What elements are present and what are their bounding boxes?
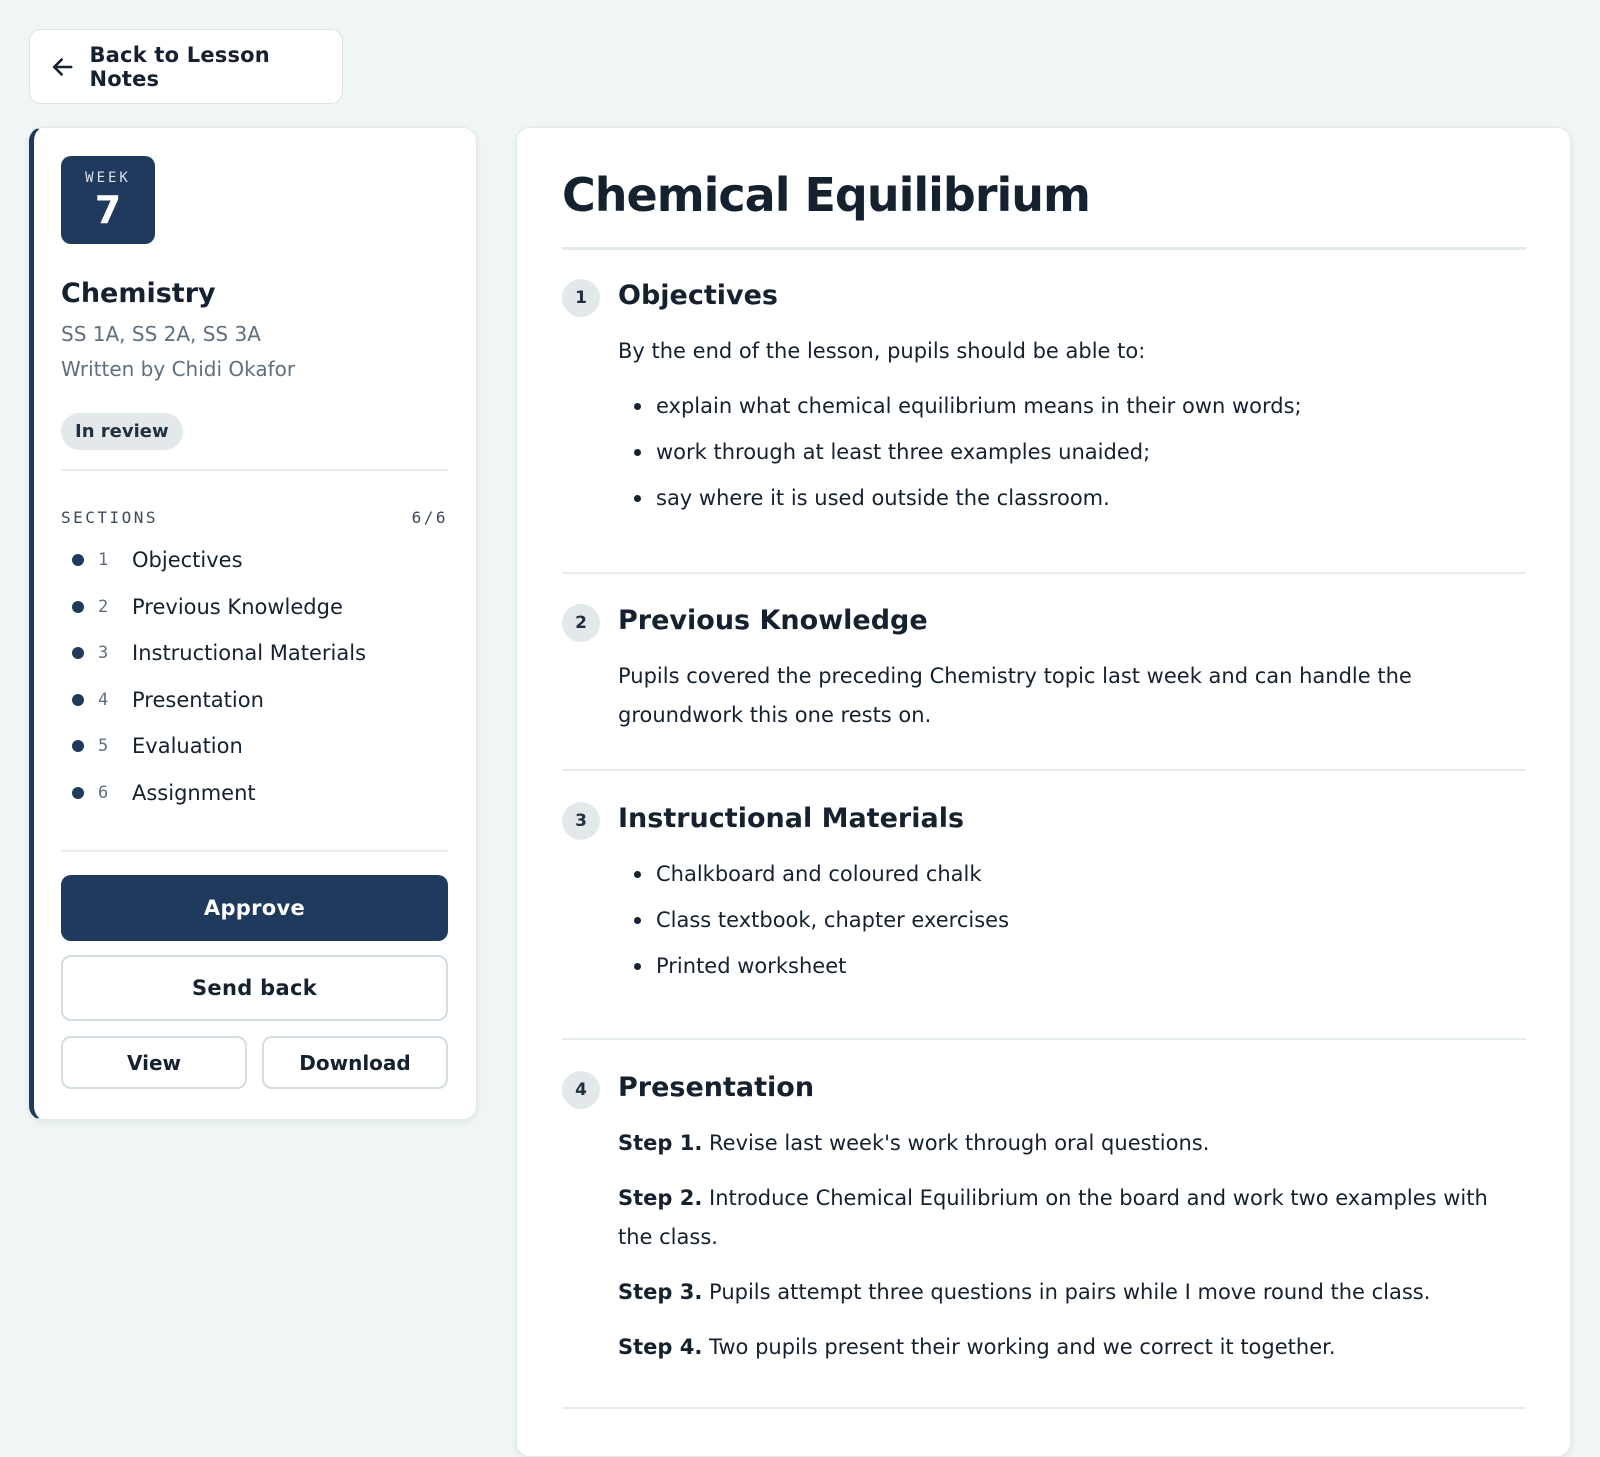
sections-header: SECTIONS 6/6 xyxy=(61,508,448,527)
lesson-note-content: Chemical Equilibrium 1 Objectives By the… xyxy=(516,127,1571,1457)
section-divider xyxy=(562,572,1526,574)
back-to-lesson-notes-button[interactable]: Back to Lesson Notes xyxy=(29,29,343,104)
section-title: Previous Knowledge xyxy=(618,605,928,636)
week-badge: WEEK 7 xyxy=(61,156,155,244)
section-nav-label: Instructional Materials xyxy=(132,641,367,666)
complete-dot-icon xyxy=(72,600,84,613)
section-nav-number: 4 xyxy=(98,689,109,710)
list-item: say where it is used outside the classro… xyxy=(618,475,1518,521)
section-nav-number: 6 xyxy=(98,782,109,803)
section-title: Instructional Materials xyxy=(618,803,965,834)
step-label: Step 3. xyxy=(618,1280,703,1304)
section-number: 1 xyxy=(562,279,600,317)
complete-dot-icon xyxy=(72,647,84,660)
section-instructional-materials: 3 Instructional Materials Chalkboard and… xyxy=(562,802,1526,1002)
step-text: Revise last week's work through oral que… xyxy=(709,1131,1210,1155)
back-label: Back to Lesson Notes xyxy=(89,42,270,91)
subject-title: Chemistry xyxy=(61,278,216,309)
step-text: Two pupils present their working and we … xyxy=(709,1335,1336,1359)
complete-dot-icon xyxy=(72,740,84,753)
list-item: explain what chemical equilibrium means … xyxy=(618,383,1518,429)
step-label: Step 1. xyxy=(618,1131,703,1155)
section-nav-item-presentation[interactable]: 4 Presentation xyxy=(61,677,448,724)
step-label: Step 2. xyxy=(618,1186,703,1210)
section-number: 2 xyxy=(562,604,600,642)
section-objectives: 1 Objectives By the end of the lesson, p… xyxy=(562,279,1526,510)
list-item: Printed worksheet xyxy=(618,943,1518,989)
section-nav-item-objectives[interactable]: 1 Objectives xyxy=(61,537,448,584)
section-nav-number: 5 xyxy=(98,736,109,757)
complete-dot-icon xyxy=(72,786,84,799)
section-divider xyxy=(562,1038,1526,1040)
section-body: Chalkboard and coloured chalk Class text… xyxy=(618,851,1518,989)
objectives-list: explain what chemical equilibrium means … xyxy=(618,383,1518,521)
section-nav-number: 1 xyxy=(98,550,109,571)
section-body: Step 1. Revise last week's work through … xyxy=(618,1124,1518,1383)
section-body: By the end of the lesson, pupils should … xyxy=(618,332,1518,521)
page-title: Chemical Equilibrium xyxy=(562,168,1091,222)
section-divider xyxy=(562,1407,1526,1409)
week-number: 7 xyxy=(94,188,122,232)
sections-label: SECTIONS xyxy=(61,508,159,527)
complete-dot-icon xyxy=(72,693,84,706)
divider xyxy=(61,850,448,852)
section-nav-number: 2 xyxy=(98,596,109,617)
list-item: work through at least three examples una… xyxy=(618,429,1518,475)
send-back-button[interactable]: Send back xyxy=(61,955,448,1021)
section-nav-item-previous-knowledge[interactable]: 2 Previous Knowledge xyxy=(61,584,448,631)
arrow-left-icon xyxy=(52,57,73,76)
week-label: WEEK xyxy=(85,170,131,186)
section-nav-item-assignment[interactable]: 6 Assignment xyxy=(61,770,448,817)
section-title: Presentation xyxy=(618,1072,815,1103)
section-nav-label: Assignment xyxy=(132,780,256,805)
presentation-step: Step 3. Pupils attempt three questions i… xyxy=(618,1273,1518,1312)
previous-knowledge-text: Pupils covered the preceding Chemistry t… xyxy=(618,664,1412,727)
section-divider xyxy=(562,769,1526,771)
section-previous-knowledge: 2 Previous Knowledge Pupils covered the … xyxy=(562,604,1526,744)
section-nav-number: 3 xyxy=(98,643,109,664)
title-divider xyxy=(562,247,1526,250)
list-item: Class textbook, chapter exercises xyxy=(618,897,1518,943)
section-nav: 1 Objectives 2 Previous Knowledge 3 Inst… xyxy=(61,537,448,816)
view-button[interactable]: View xyxy=(61,1036,247,1089)
section-nav-label: Presentation xyxy=(132,687,264,712)
presentation-step: Step 1. Revise last week's work through … xyxy=(618,1124,1518,1163)
list-item: Chalkboard and coloured chalk xyxy=(618,851,1518,897)
author-line: Written by Chidi Okafor xyxy=(61,357,296,381)
complete-dot-icon xyxy=(72,554,84,567)
divider xyxy=(61,469,448,471)
section-number: 4 xyxy=(562,1071,600,1109)
status-badge: In review xyxy=(61,413,183,450)
presentation-step: Step 4. Two pupils present their working… xyxy=(618,1328,1518,1367)
class-list: SS 1A, SS 2A, SS 3A xyxy=(61,322,261,346)
download-button[interactable]: Download xyxy=(262,1036,448,1089)
step-text: Pupils attempt three questions in pairs … xyxy=(709,1280,1431,1304)
section-nav-label: Previous Knowledge xyxy=(132,594,343,619)
step-label: Step 4. xyxy=(618,1335,703,1359)
materials-list: Chalkboard and coloured chalk Class text… xyxy=(618,851,1518,989)
section-presentation: 4 Presentation Step 1. Revise last week'… xyxy=(562,1071,1526,1431)
section-nav-label: Evaluation xyxy=(132,734,243,759)
section-nav-item-evaluation[interactable]: 5 Evaluation xyxy=(61,723,448,770)
section-nav-item-instructional-materials[interactable]: 3 Instructional Materials xyxy=(61,630,448,677)
section-title: Objectives xyxy=(618,280,778,311)
approve-button[interactable]: Approve xyxy=(61,875,448,941)
step-text: Introduce Chemical Equilibrium on the bo… xyxy=(618,1186,1488,1249)
lesson-sidebar: WEEK 7 Chemistry SS 1A, SS 2A, SS 3A Wri… xyxy=(29,127,477,1120)
section-number: 3 xyxy=(562,802,600,840)
objectives-intro: By the end of the lesson, pupils should … xyxy=(618,339,1146,363)
sections-count: 6/6 xyxy=(411,508,448,527)
section-nav-label: Objectives xyxy=(132,548,243,573)
presentation-step: Step 2. Introduce Chemical Equilibrium o… xyxy=(618,1179,1518,1257)
